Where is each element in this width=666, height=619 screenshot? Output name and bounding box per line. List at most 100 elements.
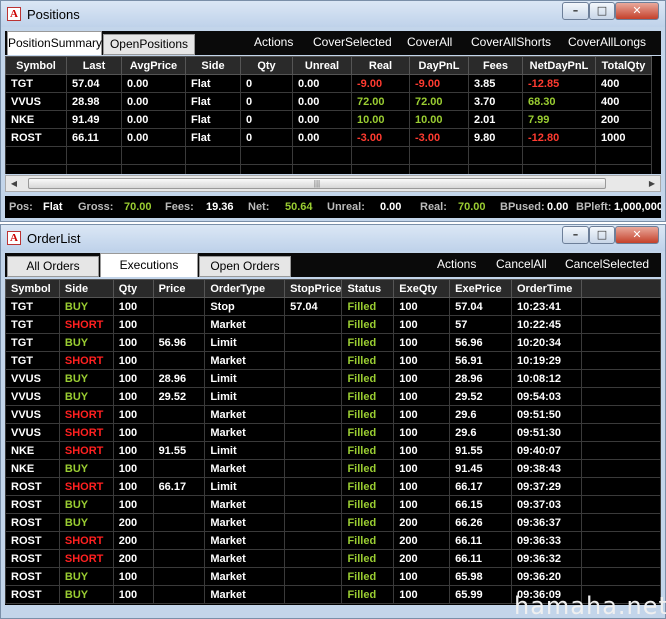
cover-selected-button[interactable]: CoverSelected bbox=[313, 35, 392, 49]
minimize-button[interactable]: – bbox=[562, 226, 589, 244]
cell-exeprice: 57 bbox=[449, 315, 512, 334]
column-header-side[interactable]: Side bbox=[58, 279, 114, 298]
column-header-unreal[interactable]: Unreal bbox=[292, 56, 352, 75]
column-header-totalqty[interactable]: TotalQty bbox=[595, 56, 652, 75]
column-header-netdaypnl[interactable]: NetDayPnL bbox=[522, 56, 596, 75]
cell-fees: 3.70 bbox=[468, 92, 523, 111]
cell-stopprice bbox=[284, 477, 343, 496]
cover-all-longs-button[interactable]: CoverAllLongs bbox=[568, 35, 646, 49]
cell-exeqty: 100 bbox=[393, 477, 451, 496]
orderlist-actions-menu[interactable]: Actions bbox=[437, 257, 476, 271]
empty-cell bbox=[351, 164, 410, 174]
column-header-symbol[interactable]: Symbol bbox=[5, 56, 67, 75]
cancel-selected-button[interactable]: CancelSelected bbox=[565, 257, 649, 271]
position-row[interactable]: NKE 91.49 0.00 Flat 0 0.00 10.00 10.00 2.01 7.99 2… bbox=[5, 110, 652, 129]
scroll-right-icon[interactable]: ▶ bbox=[644, 176, 660, 191]
execution-row[interactable]: ROST BUY 100 Market Filled 100 66.15 09:37:03 bbox=[5, 495, 661, 514]
column-header-ordertime[interactable]: OrderTime bbox=[511, 279, 582, 298]
cell-ordertype: Limit bbox=[204, 333, 286, 352]
cell-status: Filled bbox=[341, 459, 395, 478]
column-header-qty[interactable]: Qty bbox=[112, 279, 154, 298]
execution-row[interactable]: VVUS BUY 100 28.96 Limit Filled 100 28.96 10:08:… bbox=[5, 369, 661, 388]
empty-cell bbox=[292, 164, 352, 174]
column-header-status[interactable]: Status bbox=[341, 279, 395, 298]
positions-grid[interactable]: Symbol Last AvgPrice Side Qty Unreal Real DayPn… bbox=[5, 56, 661, 174]
execution-row[interactable]: TGT SHORT 100 Market Filled 100 57 10:22:45 bbox=[5, 315, 661, 334]
orderlist-titlebar[interactable]: A OrderList – □ ✕ bbox=[1, 225, 665, 251]
tab-all-orders[interactable]: All Orders bbox=[7, 256, 99, 277]
positions-header-row: Symbol Last AvgPrice Side Qty Unreal Real DayPn… bbox=[5, 56, 652, 75]
column-header-stopprice[interactable]: StopPrice bbox=[284, 279, 343, 298]
column-header-last[interactable]: Last bbox=[66, 56, 122, 75]
column-header-real[interactable]: Real bbox=[351, 56, 410, 75]
execution-row[interactable]: NKE BUY 100 Market Filled 100 91.45 09:38:43 bbox=[5, 459, 661, 478]
column-header-price[interactable]: Price bbox=[152, 279, 206, 298]
empty-cell bbox=[66, 164, 122, 174]
execution-row[interactable]: TGT SHORT 100 Market Filled 100 56.91 10:19:29 bbox=[5, 351, 661, 370]
close-button[interactable]: ✕ bbox=[615, 226, 659, 244]
cell-symbol: TGT bbox=[5, 315, 60, 334]
positions-actions-menu[interactable]: Actions bbox=[254, 35, 293, 49]
column-header-qty[interactable]: Qty bbox=[240, 56, 293, 75]
summary-pos-label: Pos: bbox=[9, 201, 33, 213]
execution-row[interactable]: ROST SHORT 200 Market Filled 200 66.11 09:36:32 bbox=[5, 549, 661, 568]
minimize-button[interactable]: – bbox=[562, 2, 589, 20]
execution-row[interactable]: ROST BUY 200 Market Filled 200 66.26 09:36:37 bbox=[5, 513, 661, 532]
cancel-all-button[interactable]: CancelAll bbox=[496, 257, 547, 271]
tab-open-positions[interactable]: OpenPositions bbox=[103, 34, 195, 55]
tab-open-orders[interactable]: Open Orders bbox=[199, 256, 291, 277]
column-header-side[interactable]: Side bbox=[185, 56, 241, 75]
positions-titlebar[interactable]: A Positions – □ ✕ bbox=[1, 1, 665, 27]
column-header-avgprice[interactable]: AvgPrice bbox=[121, 56, 186, 75]
spacer-cell bbox=[580, 459, 661, 478]
scrollbar-thumb[interactable]: ||| bbox=[28, 178, 606, 189]
column-header-symbol[interactable]: Symbol bbox=[5, 279, 60, 298]
cell-symbol: VVUS bbox=[5, 387, 60, 406]
column-header-exeqty[interactable]: ExeQty bbox=[393, 279, 451, 298]
tab-executions[interactable]: Executions bbox=[100, 253, 198, 277]
cover-all-button[interactable]: CoverAll bbox=[407, 35, 452, 49]
cell-unreal: 0.00 bbox=[292, 128, 352, 147]
execution-row[interactable]: VVUS SHORT 100 Market Filled 100 29.6 09:51:50 bbox=[5, 405, 661, 424]
spacer-cell bbox=[580, 567, 661, 586]
position-row[interactable]: VVUS 28.98 0.00 Flat 0 0.00 72.00 72.00 3.70 68.3… bbox=[5, 92, 652, 111]
summary-net-value: 50.64 bbox=[285, 201, 313, 213]
position-row[interactable]: TGT 57.04 0.00 Flat 0 0.00 -9.00 -9.00 3.85 -12.8… bbox=[5, 74, 652, 93]
column-header-ordertype[interactable]: OrderType bbox=[204, 279, 286, 298]
spacer-cell bbox=[580, 351, 661, 370]
cell-totalqty: 200 bbox=[595, 110, 652, 129]
cell-qty: 100 bbox=[112, 477, 154, 496]
position-row[interactable]: ROST 66.11 0.00 Flat 0 0.00 -3.00 -3.00 9.80 -12.… bbox=[5, 128, 652, 147]
scroll-left-icon[interactable]: ◀ bbox=[6, 176, 22, 191]
close-button[interactable]: ✕ bbox=[615, 2, 659, 20]
execution-row[interactable]: TGT BUY 100 56.96 Limit Filled 100 56.96 10:20:3… bbox=[5, 333, 661, 352]
column-header-fees[interactable]: Fees bbox=[468, 56, 523, 75]
cell-symbol: NKE bbox=[5, 459, 60, 478]
cell-netdaypnl: 7.99 bbox=[522, 110, 596, 129]
execution-row[interactable]: ROST BUY 100 Market Filled 100 65.98 09:36:20 bbox=[5, 567, 661, 586]
execution-row[interactable]: TGT BUY 100 Stop 57.04 Filled 100 57.04 10:23:41 bbox=[5, 297, 661, 316]
empty-cell bbox=[185, 164, 241, 174]
positions-horizontal-scrollbar[interactable]: ◀ ||| ▶ bbox=[5, 175, 661, 192]
column-header-daypnl[interactable]: DayPnL bbox=[409, 56, 469, 75]
execution-row[interactable]: NKE SHORT 100 91.55 Limit Filled 100 91.55 09:40… bbox=[5, 441, 661, 460]
column-header-spacer bbox=[580, 279, 661, 298]
maximize-button[interactable]: □ bbox=[589, 2, 615, 20]
cover-all-shorts-button[interactable]: CoverAllShorts bbox=[471, 35, 551, 49]
maximize-button[interactable]: □ bbox=[589, 226, 615, 244]
empty-cell bbox=[292, 146, 352, 165]
column-header-exeprice[interactable]: ExePrice bbox=[449, 279, 512, 298]
execution-row[interactable]: ROST SHORT 100 66.17 Limit Filled 100 66.17 09:3… bbox=[5, 477, 661, 496]
empty-cell bbox=[240, 164, 293, 174]
summary-unreal-value: 0.00 bbox=[380, 201, 402, 213]
cell-ordertime: 09:51:30 bbox=[511, 423, 582, 442]
execution-row[interactable]: VVUS BUY 100 29.52 Limit Filled 100 29.52 09:54:… bbox=[5, 387, 661, 406]
orders-grid[interactable]: Symbol Side Qty Price OrderType StopPrice Stat… bbox=[5, 279, 661, 605]
tab-position-summary[interactable]: PositionSummary bbox=[7, 31, 102, 55]
execution-row[interactable]: ROST SHORT 200 Market Filled 200 66.11 09:36:33 bbox=[5, 531, 661, 550]
cell-exeprice: 91.55 bbox=[449, 441, 512, 460]
cell-stopprice bbox=[284, 351, 343, 370]
execution-row[interactable]: VVUS SHORT 100 Market Filled 100 29.6 09:51:30 bbox=[5, 423, 661, 442]
cell-symbol: ROST bbox=[5, 128, 67, 147]
cell-exeqty: 100 bbox=[393, 333, 451, 352]
